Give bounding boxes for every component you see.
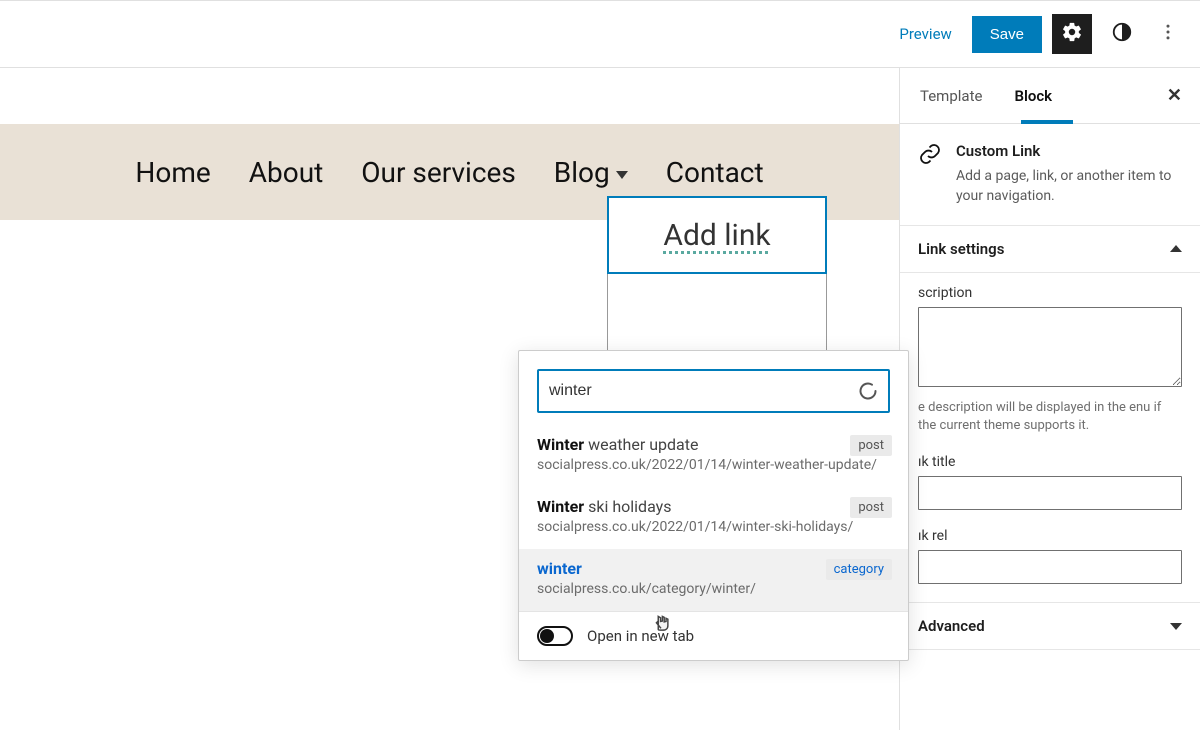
link-search-field-wrapper: [537, 369, 890, 413]
nav-item-label: Blog: [554, 156, 610, 189]
tab-block[interactable]: Block: [1012, 87, 1054, 105]
result-url: socialpress.co.uk/2022/01/14/winter-ski-…: [537, 518, 890, 537]
tab-template[interactable]: Template: [918, 87, 984, 105]
link-settings-body: scription e description will be displaye…: [900, 273, 1200, 604]
accordion-title: Advanced: [918, 617, 985, 635]
result-url: socialpress.co.uk/2022/01/14/winter-weat…: [537, 456, 890, 475]
search-result[interactable]: Winter ski holidays socialpress.co.uk/20…: [519, 487, 908, 549]
active-tab-indicator: [1021, 120, 1073, 124]
add-link-block[interactable]: Add link: [607, 196, 827, 274]
description-textarea[interactable]: [918, 307, 1182, 387]
nav-item-contact[interactable]: Contact: [666, 156, 764, 189]
advanced-accordion[interactable]: Advanced: [900, 603, 1200, 650]
close-icon: ✕: [1167, 85, 1182, 106]
sidebar-tabs: Template Block ✕: [900, 68, 1200, 124]
chevron-down-icon: [616, 171, 628, 179]
kebab-menu-button[interactable]: [1152, 14, 1184, 54]
spinner-icon: [858, 381, 878, 401]
styles-contrast-button[interactable]: [1102, 14, 1142, 54]
settings-button[interactable]: [1052, 14, 1092, 54]
save-button[interactable]: Save: [972, 16, 1042, 53]
block-name: Custom Link: [956, 142, 1182, 160]
open-new-tab-label: Open in new tab: [587, 627, 694, 645]
result-title: Winter weather update: [537, 435, 890, 454]
link-search-popover: Winter weather update socialpress.co.uk/…: [518, 350, 909, 661]
link-title-field-label: ık title: [918, 454, 1182, 470]
chevron-down-icon: [1170, 623, 1182, 630]
nav-item-blog[interactable]: Blog: [554, 156, 628, 189]
nav-item-about[interactable]: About: [249, 156, 324, 189]
link-rel-input[interactable]: [918, 550, 1182, 584]
editor-topbar: Preview Save: [0, 0, 1200, 68]
add-link-label: Add link: [663, 218, 770, 253]
result-type-badge: post: [850, 497, 892, 518]
contrast-icon: [1111, 21, 1133, 47]
search-result[interactable]: Winter weather update socialpress.co.uk/…: [519, 425, 908, 487]
search-result[interactable]: winter socialpress.co.uk/category/winter…: [519, 549, 908, 611]
open-new-tab-row: Open in new tab: [519, 611, 908, 660]
description-field-label: scription: [918, 285, 1182, 301]
block-description: Add a page, link, or another item to you…: [956, 166, 1182, 207]
preview-button[interactable]: Preview: [889, 17, 961, 51]
submenu-outline: [607, 274, 827, 350]
link-rel-field-label: ık rel: [918, 528, 1182, 544]
result-type-badge: post: [850, 435, 892, 456]
result-title: Winter ski holidays: [537, 497, 890, 516]
nav-item-home[interactable]: Home: [135, 156, 210, 189]
nav-item-services[interactable]: Our services: [361, 156, 516, 189]
result-type-badge: category: [826, 559, 892, 580]
custom-link-icon: [918, 142, 942, 170]
block-info-section: Custom Link Add a page, link, or another…: [900, 124, 1200, 226]
kebab-icon: [1158, 22, 1178, 46]
accordion-title: Link settings: [918, 240, 1004, 258]
toggle-knob: [540, 629, 554, 643]
editor-canvas: Home About Our services Blog Contact Add…: [0, 68, 899, 730]
settings-sidebar: Template Block ✕ Custom Link Add a page,…: [899, 68, 1200, 730]
open-new-tab-toggle[interactable]: [537, 626, 573, 646]
link-title-input[interactable]: [918, 476, 1182, 510]
close-sidebar-button[interactable]: ✕: [1167, 85, 1182, 106]
link-settings-accordion[interactable]: Link settings: [900, 226, 1200, 273]
description-help-text: e description will be displayed in the e…: [918, 399, 1182, 437]
link-search-input[interactable]: [549, 382, 858, 400]
result-url: socialpress.co.uk/category/winter/: [537, 580, 890, 599]
gear-icon: [1061, 21, 1083, 47]
chevron-up-icon: [1170, 245, 1182, 252]
